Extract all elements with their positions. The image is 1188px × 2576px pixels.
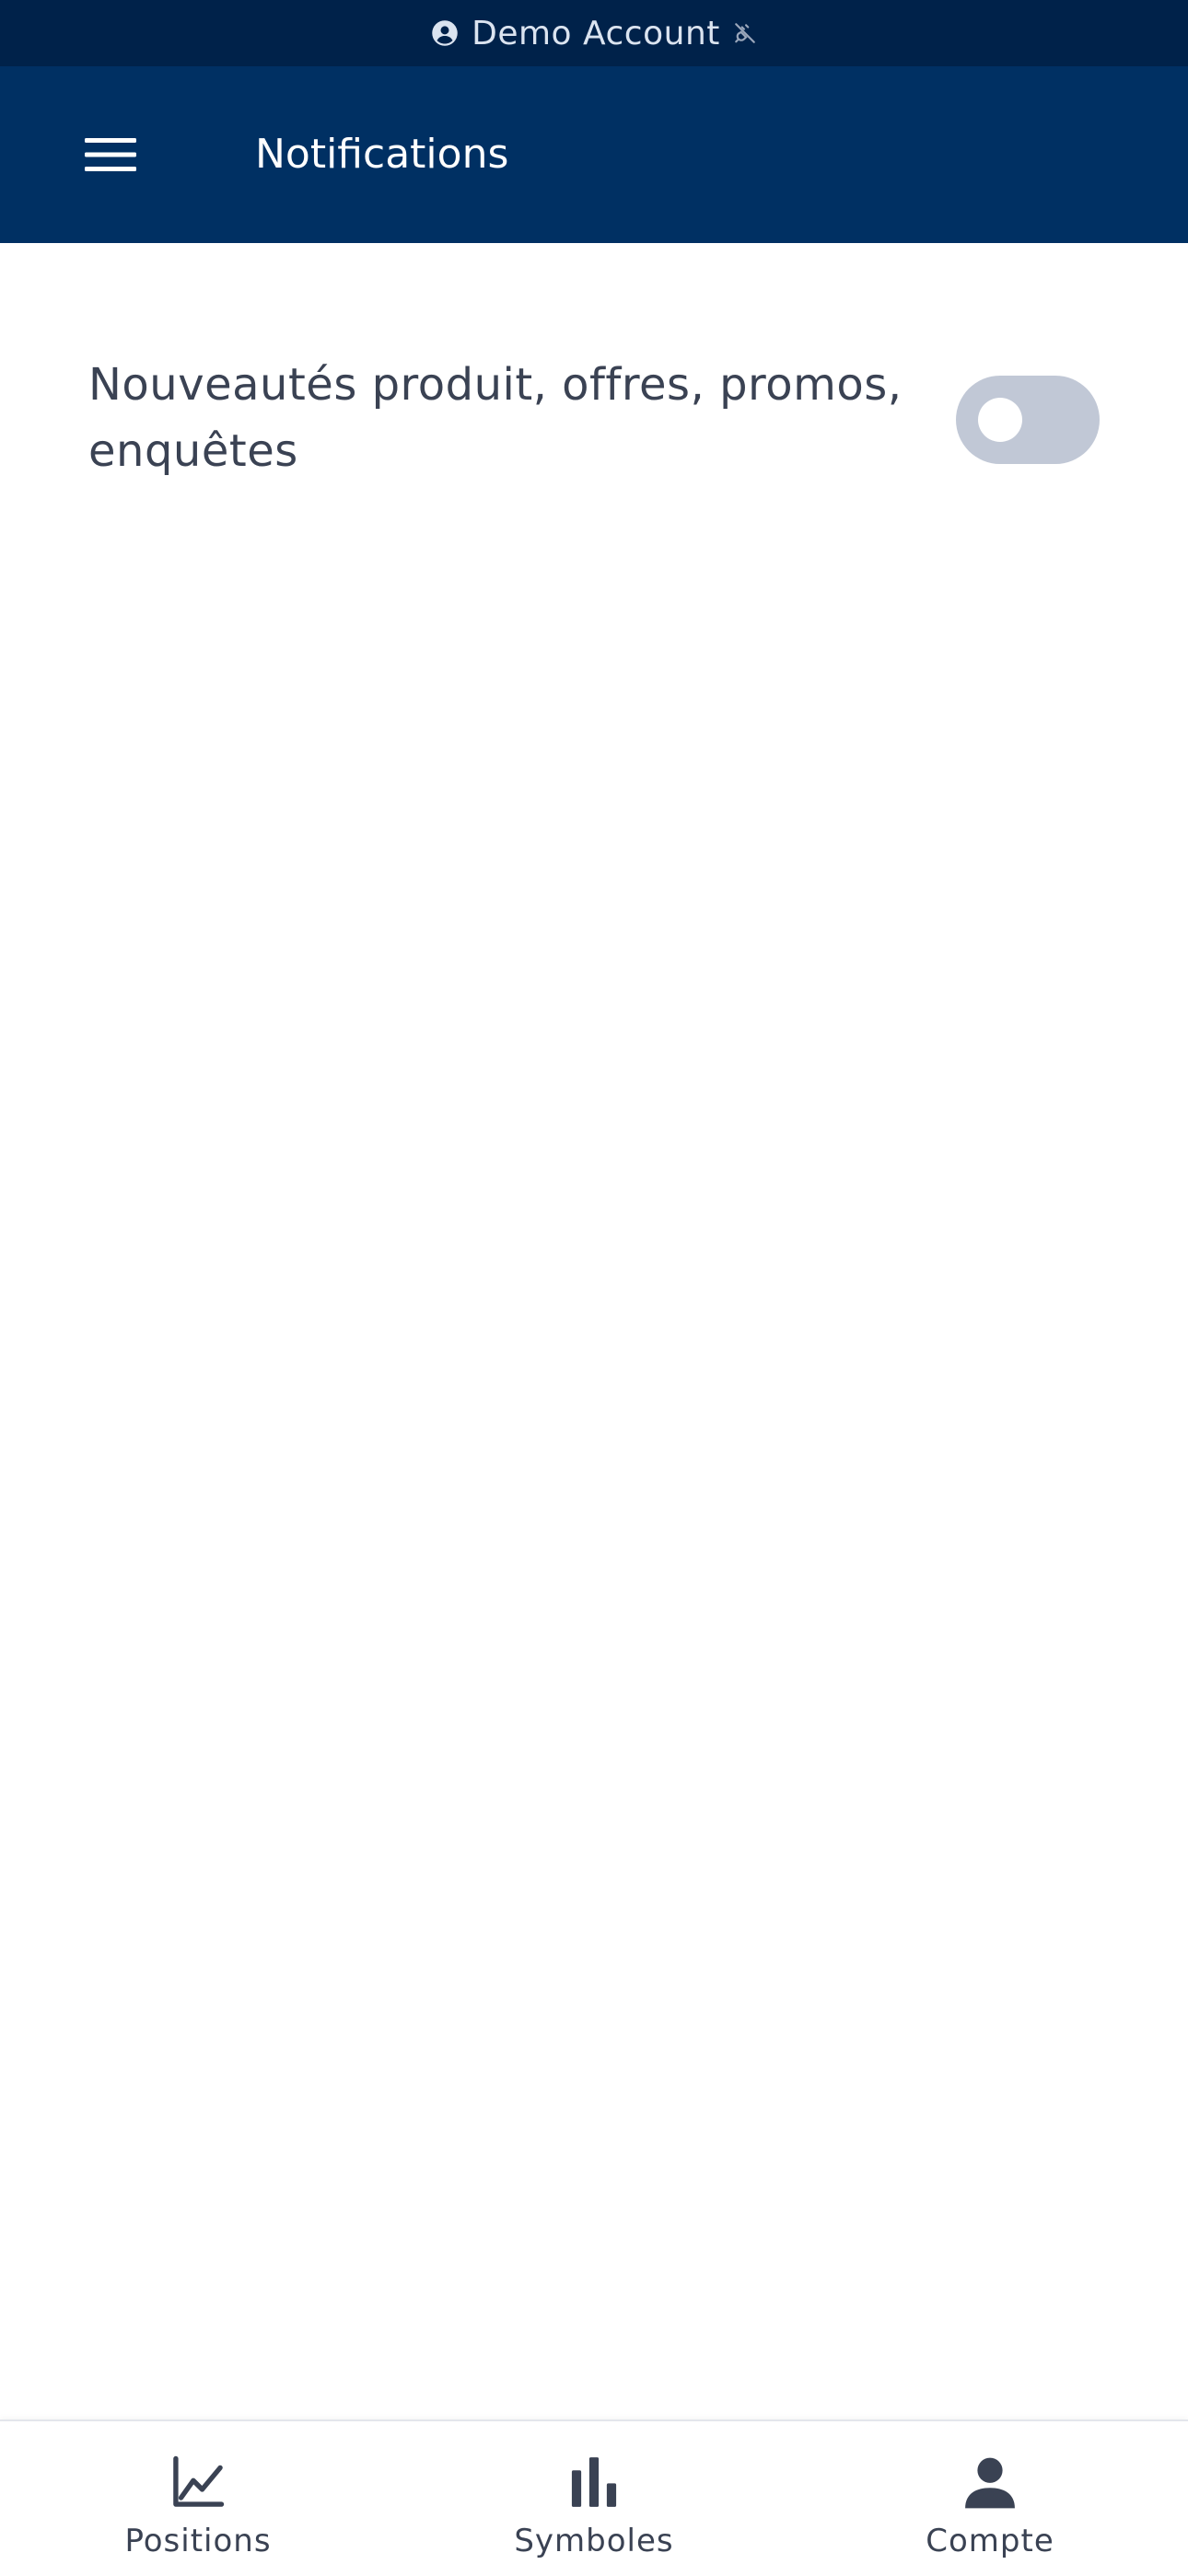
bottom-navigation: Positions Symboles Compte [0,2419,1188,2576]
nav-item-positions[interactable]: Positions [0,2421,396,2576]
hamburger-menu-icon [85,138,136,171]
product-news-toggle[interactable] [956,376,1100,464]
nav-label: Positions [124,2523,272,2559]
person-icon [965,2457,1015,2509]
setting-label: Nouveautés produit, offres, promos, enqu… [88,359,903,477]
line-chart-icon [173,2455,225,2507]
app-header: Notifications [0,66,1188,243]
menu-button[interactable] [70,123,151,186]
demo-account-bar: Demo Account [0,0,1188,66]
demo-account-label: Demo Account [472,14,720,52]
nav-item-compte[interactable]: Compte [792,2421,1188,2576]
notifications-settings: Nouveautés produit, offres, promos, enqu… [0,243,1188,2419]
nav-item-symboles[interactable]: Symboles [396,2421,792,2576]
nav-label: Compte [926,2523,1054,2559]
toggle-knob [978,398,1022,442]
page-title: Notifications [255,131,509,178]
setting-row-product-news: Nouveautés produit, offres, promos, enqu… [88,352,1100,484]
bar-chart-icon [571,2457,617,2507]
account-circle-icon [432,20,458,46]
nav-label: Symboles [514,2523,674,2559]
plug-disconnected-icon [735,23,755,43]
